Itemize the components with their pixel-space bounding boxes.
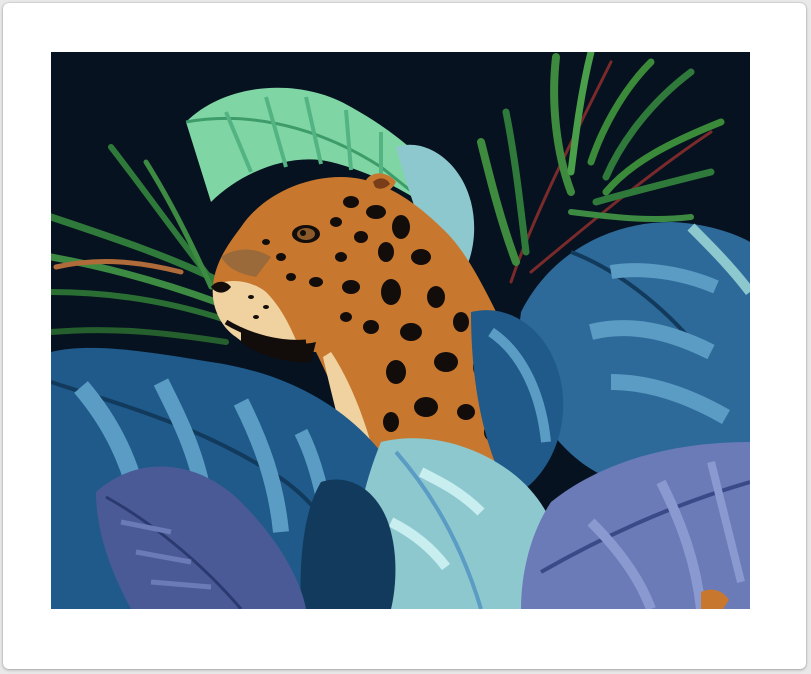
artwork-svg [51, 52, 750, 609]
jaguar-artwork [51, 52, 750, 609]
print-frame [0, 0, 811, 674]
